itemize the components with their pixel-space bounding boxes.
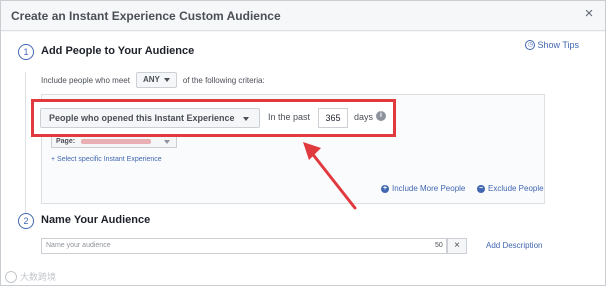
dialog-body: ◷ Show Tips 1 Add People to Your Audienc…: [1, 32, 605, 285]
audience-name-input[interactable]: Name your audience: [41, 238, 447, 254]
select-specific-link[interactable]: + Select specific Instant Experience: [51, 156, 162, 163]
include-prefix-text: Include people who meet: [41, 75, 130, 85]
days-label: days: [354, 112, 374, 122]
info-icon[interactable]: i: [376, 111, 386, 121]
include-suffix-text: of the following criteria:: [182, 75, 265, 85]
tips-icon: ◷: [525, 40, 536, 50]
watermark-logo-icon: [5, 270, 17, 283]
include-criteria-row: Include people who meet ANY of the follo…: [41, 72, 265, 88]
show-tips-label: Show Tips: [537, 40, 579, 50]
page-label: Page:: [56, 138, 76, 145]
include-more-people-button[interactable]: + Include More People: [381, 184, 465, 193]
char-count: 50: [435, 242, 443, 249]
clear-name-button[interactable]: ×: [447, 238, 467, 254]
exclude-label: Exclude People: [488, 184, 544, 193]
step-connector-line: [25, 72, 26, 222]
chevron-down-icon: [163, 78, 170, 82]
chevron-down-icon: [243, 117, 249, 121]
watermark: 大数跨境: [5, 270, 56, 283]
event-dropdown[interactable]: People who opened this Instant Experienc…: [40, 108, 260, 128]
step-2-number: 2: [18, 213, 34, 229]
highlighted-criteria-row: People who opened this Instant Experienc…: [31, 99, 396, 137]
plus-circle-icon: +: [381, 184, 389, 193]
dialog-header: Create an Instant Experience Custom Audi…: [1, 1, 605, 31]
chevron-down-icon: [164, 140, 170, 144]
show-tips-link[interactable]: ◷ Show Tips: [525, 40, 579, 50]
add-description-link[interactable]: Add Description: [486, 241, 542, 250]
match-type-value: ANY: [142, 75, 160, 84]
minus-circle-icon: −: [477, 184, 485, 193]
in-the-past-label: In the past: [268, 112, 311, 122]
watermark-text: 大数跨境: [20, 272, 57, 282]
exclude-people-button[interactable]: − Exclude People: [477, 184, 544, 193]
arrow-annotation: [303, 142, 357, 210]
event-value: People who opened this Instant Experienc…: [49, 113, 235, 123]
step-2-title: Name Your Audience: [41, 214, 151, 226]
close-icon[interactable]: ×: [581, 6, 597, 22]
step-1-title: Add People to Your Audience: [41, 45, 195, 57]
redacted-page-name: [81, 138, 152, 144]
retention-days-input[interactable]: 365: [318, 108, 348, 128]
match-type-dropdown[interactable]: ANY: [135, 72, 177, 88]
step-1-number: 1: [18, 44, 34, 60]
dialog-title: Create an Instant Experience Custom Audi…: [11, 9, 281, 23]
custom-audience-dialog: Create an Instant Experience Custom Audi…: [0, 0, 606, 286]
include-more-label: Include More People: [392, 184, 466, 193]
